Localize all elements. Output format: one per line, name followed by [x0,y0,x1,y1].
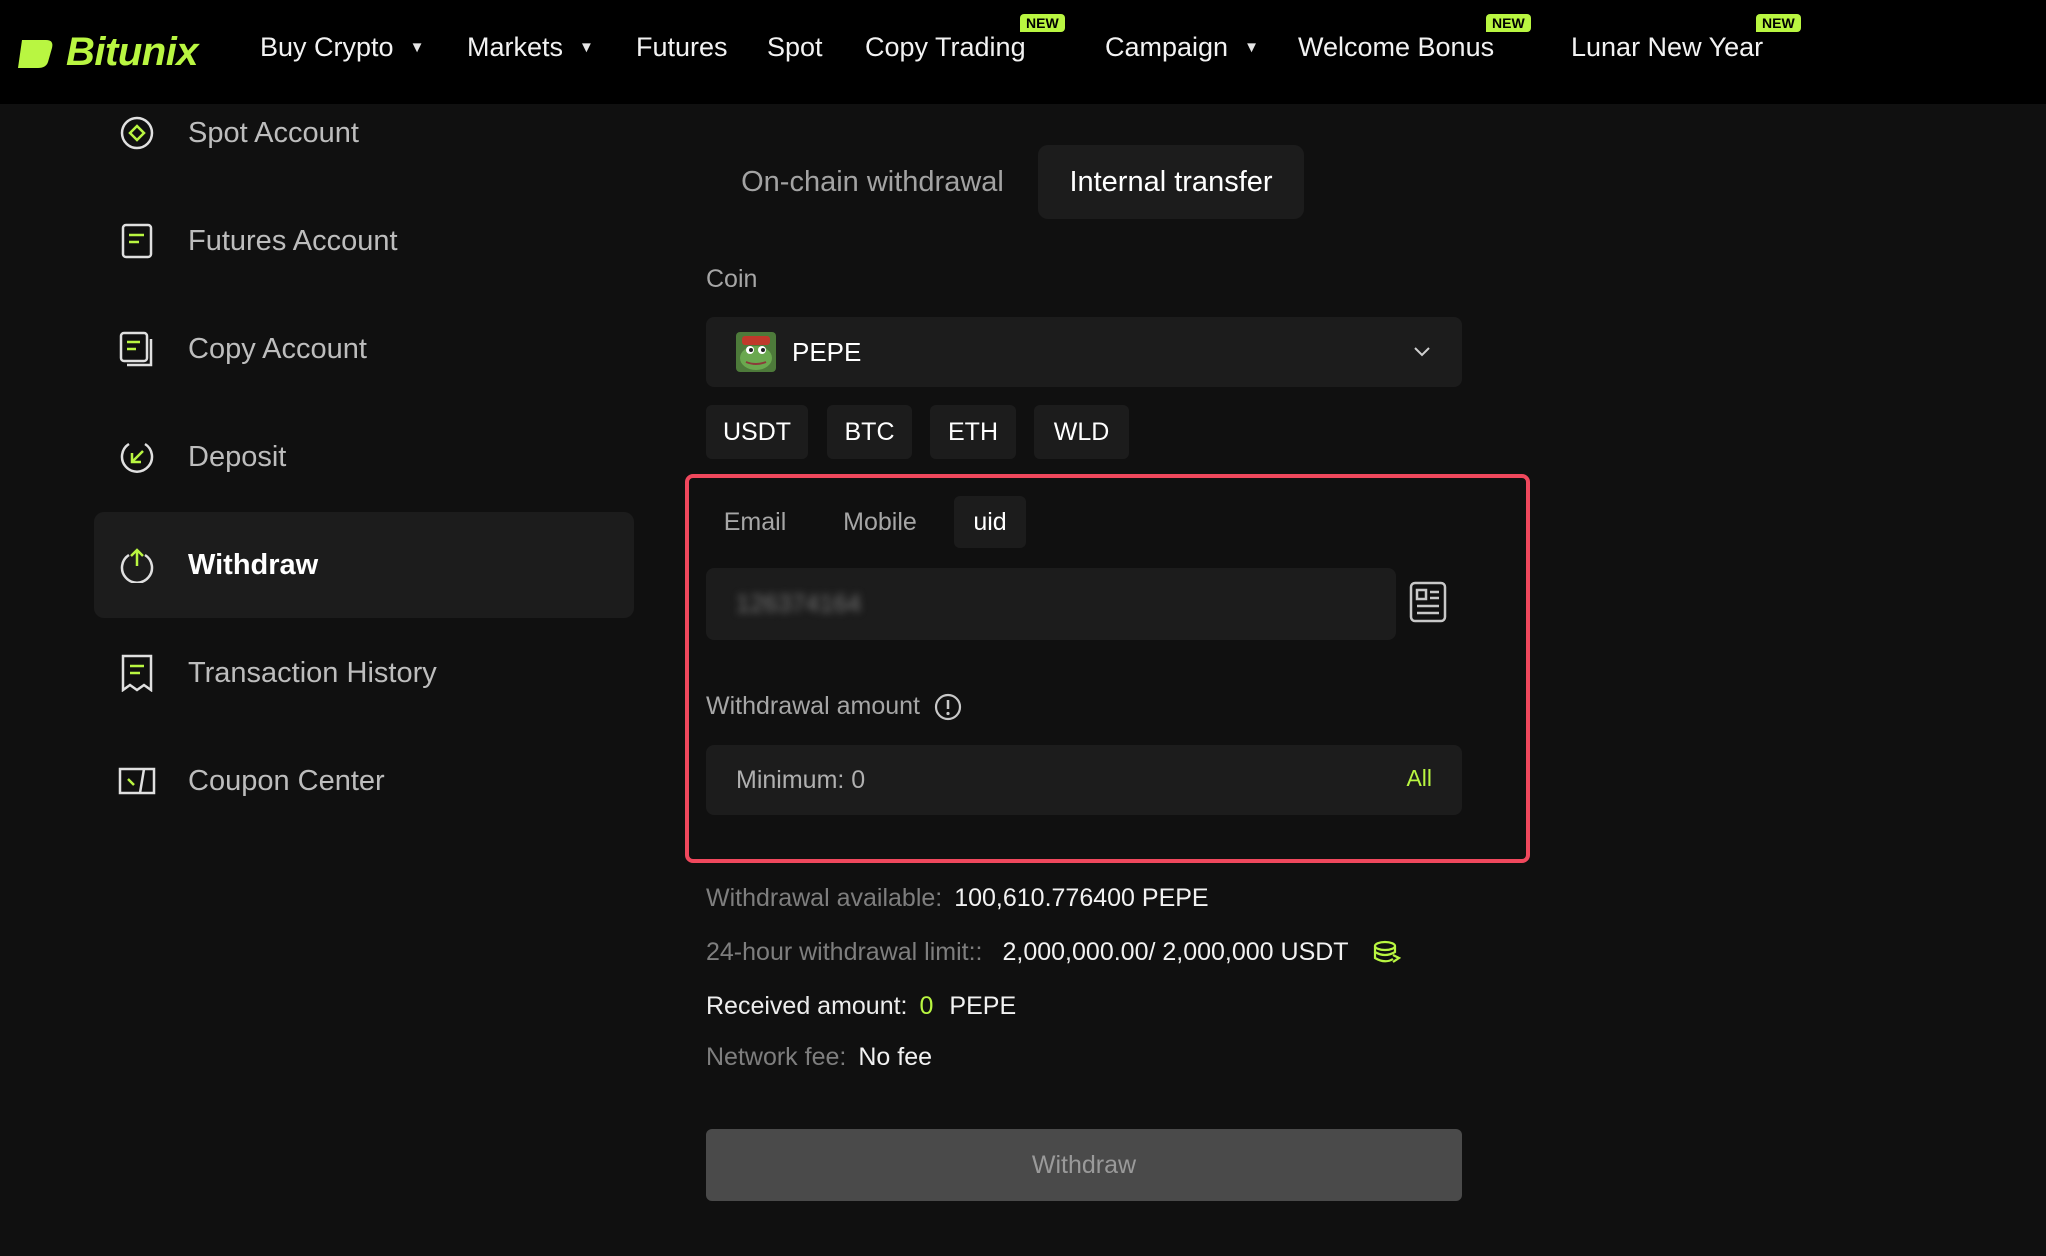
withdrawal-amount-label: Withdrawal amount [706,692,962,721]
withdrawal-amount-text: Withdrawal amount [706,692,920,720]
nav-markets-label: Markets [467,31,564,62]
pepe-coin-icon [736,332,776,372]
document-icon [118,222,156,260]
received-amount-value: 0 [919,992,934,1020]
withdrawal-limit-value: 2,000,000.00/ 2,000,000 USDT [1002,938,1349,966]
new-badge: NEW [1020,14,1065,32]
nav-spot[interactable]: Spot [767,0,823,94]
chevron-down-icon [1414,347,1430,357]
sidebar-item-label: Copy Account [188,332,367,365]
withdrawal-limit-row: 24-hour withdrawal limit:: 2,000,000.00/… [706,938,1401,967]
received-amount-row: Received amount: 0 PEPE [706,992,1016,1021]
deposit-icon [118,438,156,476]
sidebar-item-label: Coupon Center [188,764,385,797]
nav-buy-crypto-label: Buy Crypto [260,31,394,62]
nav-copy-trading[interactable]: Copy Trading [865,0,1026,94]
amount-input[interactable]: Minimum: 0 All [706,745,1462,815]
receipt-icon [118,654,156,692]
bitunix-logo[interactable]: Bitunix [16,22,199,82]
withdraw-icon [118,546,156,584]
caret-down-icon: ▼ [1244,38,1259,56]
amount-placeholder: Minimum: 0 [736,765,866,794]
nav-futures-label: Futures [636,31,728,62]
network-fee-label: Network fee: [706,1043,847,1071]
sidebar-item-label: Deposit [188,440,287,473]
coupon-icon [118,762,156,800]
withdrawal-limit-label: 24-hour withdrawal limit:: [706,938,983,966]
withdrawal-available-value: 100,610.776400 PEPE [954,884,1209,912]
target-icon [118,114,156,152]
info-icon[interactable] [934,693,962,721]
all-button[interactable]: All [1406,765,1432,792]
received-amount-unit: PEPE [949,992,1017,1020]
nav-lunar-new-year[interactable]: Lunar New Year [1571,0,1763,94]
sidebar-item-deposit[interactable]: Deposit [94,404,634,510]
network-fee-row: Network fee: No fee [706,1043,932,1072]
uid-input[interactable]: 126374164 [706,568,1396,640]
nav-welcome-bonus[interactable]: Welcome Bonus [1298,0,1494,94]
withdrawal-available-row: Withdrawal available: 100,610.776400 PEP… [706,884,1209,913]
logo-text: Bitunix [66,29,199,74]
nav-futures[interactable]: Futures [636,0,728,94]
sidebar-item-label: Withdraw [188,548,319,581]
sidebar-item-spot-account[interactable]: Spot Account [94,80,634,186]
nav-copy-trading-label: Copy Trading [865,31,1026,62]
quick-coin-wld[interactable]: WLD [1034,405,1129,459]
sidebar-item-transaction-history[interactable]: Transaction History [94,620,634,726]
quick-coin-eth[interactable]: ETH [930,405,1016,459]
nav-welcome-bonus-label: Welcome Bonus [1298,31,1495,62]
withdrawal-available-label: Withdrawal available: [706,884,943,912]
uid-value: 126374164 [736,589,862,618]
tab-mobile[interactable]: Mobile [824,496,936,548]
caret-down-icon: ▼ [579,38,594,56]
new-badge: NEW [1756,14,1801,32]
sidebar-item-coupon-center[interactable]: Coupon Center [94,728,634,834]
caret-down-icon: ▼ [409,38,425,56]
quick-coin-btc[interactable]: BTC [827,405,912,459]
address-book-icon[interactable] [1408,580,1448,624]
received-amount-label: Received amount: [706,992,908,1020]
new-badge: NEW [1486,14,1531,32]
nav-campaign[interactable]: Campaign ▼ [1105,0,1259,94]
sidebar-item-futures-account[interactable]: Futures Account [94,188,634,294]
copy-document-icon [118,330,156,368]
logo-mark-icon [18,40,53,68]
coin-select[interactable]: PEPE [706,317,1462,387]
sidebar-item-label: Spot Account [188,116,359,149]
nav-lunar-new-year-label: Lunar New Year [1571,31,1764,62]
tab-onchain-withdrawal[interactable]: On-chain withdrawal [710,145,1035,219]
withdraw-button[interactable]: Withdraw [706,1129,1462,1201]
network-fee-value: No fee [858,1043,933,1071]
coin-stack-icon[interactable] [1373,940,1401,966]
tab-uid[interactable]: uid [954,496,1026,548]
nav-spot-label: Spot [767,31,823,62]
quick-coin-usdt[interactable]: USDT [706,405,808,459]
coin-label: Coin [706,265,758,293]
selected-coin: PEPE [792,336,862,367]
tab-internal-transfer[interactable]: Internal transfer [1038,145,1304,219]
nav-campaign-label: Campaign [1105,31,1229,62]
sidebar-item-label: Futures Account [188,224,398,257]
sidebar-item-withdraw[interactable]: Withdraw [94,512,634,618]
sidebar-item-label: Transaction History [188,656,437,689]
tab-email[interactable]: Email [706,496,804,548]
sidebar-item-copy-account[interactable]: Copy Account [94,296,634,402]
